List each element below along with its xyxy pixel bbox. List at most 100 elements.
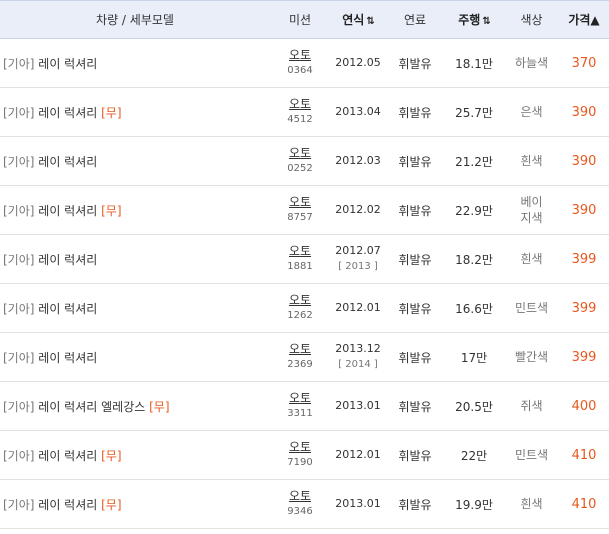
price-value: 390 <box>571 202 597 218</box>
fuel-value: 휘발유 <box>398 252 432 267</box>
price-value: 399 <box>571 300 597 316</box>
price-value: 390 <box>571 153 597 169</box>
table-row[interactable]: [기아] 레이 럭셔리 [무] 오토 7190 2012.01 휘발유 22만 … <box>0 431 609 480</box>
price-value: 390 <box>571 104 597 120</box>
year-cell: 2012.05 <box>330 55 386 71</box>
transmission-link[interactable]: 오토 <box>270 341 330 357</box>
brand-label: [기아] <box>3 252 35 267</box>
mission-cell: 오토 2369 <box>270 341 330 373</box>
table-row[interactable]: [기아] 레이 럭셔리 오토 0252 2012.03 휘발유 21.2만 흰색… <box>0 137 609 186</box>
year-value: 2012.02 <box>335 203 381 216</box>
model-cell[interactable]: [기아] 레이 럭셔리 [무] <box>0 447 270 464</box>
mileage-value: 22.9만 <box>455 203 493 218</box>
no-accident-badge: [무] <box>101 448 122 463</box>
sort-icon: ⇅ <box>482 16 490 27</box>
year-value: 2012.07 <box>335 244 381 257</box>
color-value: 민트색 <box>514 448 549 462</box>
model-cell[interactable]: [기아] 레이 럭셔리 [무] <box>0 496 270 513</box>
transmission-link[interactable]: 오토 <box>270 145 330 161</box>
model-cell[interactable]: [기아] 레이 럭셔리 <box>0 251 270 268</box>
transmission-link[interactable]: 오토 <box>270 96 330 112</box>
mileage-value: 17만 <box>460 350 488 365</box>
header-price-sort[interactable]: 가격▲ <box>559 11 609 28</box>
price-value: 399 <box>571 251 597 267</box>
mission-cell: 오토 1262 <box>270 292 330 324</box>
fuel-value: 휘발유 <box>398 105 432 120</box>
fuel-value: 휘발유 <box>398 56 432 71</box>
model-cell[interactable]: [기아] 레이 럭셔리 [무] <box>0 202 270 219</box>
table-row[interactable]: [기아] 레이 럭셔리 [무] 오토 4512 2013.04 휘발유 25.7… <box>0 88 609 137</box>
color-value: 빨간색 <box>514 350 549 364</box>
model-cell[interactable]: [기아] 레이 럭셔리 <box>0 300 270 317</box>
mission-code: 0252 <box>287 163 313 174</box>
mission-code: 3311 <box>287 408 313 419</box>
mission-cell: 오토 1881 <box>270 243 330 275</box>
fuel-value: 휘발유 <box>398 497 432 512</box>
year-value: 2013.01 <box>335 399 381 412</box>
mileage-value: 20.5만 <box>455 399 493 414</box>
year-value: 2013.01 <box>335 497 381 510</box>
transmission-link[interactable]: 오토 <box>270 390 330 406</box>
header-model: 차량 / 세부모델 <box>96 13 174 27</box>
brand-label: [기아] <box>3 399 35 414</box>
year-cell: 2012.07 [ 2013 ] <box>330 243 386 275</box>
header-mileage-label: 주행 <box>458 13 481 27</box>
year-cell: 2013.12 [ 2014 ] <box>330 341 386 373</box>
model-name: 레이 럭셔리 <box>38 105 98 120</box>
table-row[interactable]: [기아] 레이 럭셔리 [무] 오토 9346 2013.01 휘발유 19.9… <box>0 480 609 529</box>
year-sub: [ 2014 ] <box>338 359 378 370</box>
model-name: 레이 럭셔리 <box>38 497 98 512</box>
fuel-value: 휘발유 <box>398 301 432 316</box>
sort-icon: ⇅ <box>366 16 374 27</box>
model-cell[interactable]: [기아] 레이 럭셔리 엘레강스 [무] <box>0 398 270 415</box>
no-accident-badge: [무] <box>101 203 122 218</box>
table-row[interactable]: [기아] 레이 럭셔리 [무] 오토 8757 2012.02 휘발유 22.9… <box>0 186 609 235</box>
year-cell: 2013.01 <box>330 496 386 512</box>
header-color: 색상 <box>520 13 543 27</box>
color-value: 흰색 <box>520 497 543 511</box>
mission-code: 2369 <box>287 359 313 370</box>
table-row[interactable]: [기아] 레이 럭셔리 오토 0364 2012.05 휘발유 18.1만 하늘… <box>0 39 609 88</box>
model-cell[interactable]: [기아] 레이 럭셔리 <box>0 349 270 366</box>
year-value: 2012.01 <box>335 301 381 314</box>
model-name: 레이 럭셔리 <box>38 154 98 169</box>
mission-code: 9346 <box>287 506 313 517</box>
fuel-value: 휘발유 <box>398 154 432 169</box>
mission-code: 4512 <box>287 114 313 125</box>
fuel-value: 휘발유 <box>398 203 432 218</box>
brand-label: [기아] <box>3 301 35 316</box>
year-cell: 2012.03 <box>330 153 386 169</box>
year-cell: 2012.01 <box>330 300 386 316</box>
transmission-link[interactable]: 오토 <box>270 488 330 504</box>
transmission-link[interactable]: 오토 <box>270 47 330 63</box>
model-cell[interactable]: [기아] 레이 럭셔리 [무] <box>0 104 270 121</box>
color-value: 흰색 <box>520 154 543 168</box>
table-row[interactable]: [기아] 레이 럭셔리 오토 2369 2013.12 [ 2014 ] 휘발유… <box>0 333 609 382</box>
header-mileage-sort[interactable]: 주행 ⇅ <box>444 11 504 28</box>
color-value: 하늘색 <box>514 56 549 70</box>
no-accident-badge: [무] <box>149 399 170 414</box>
transmission-link[interactable]: 오토 <box>270 292 330 308</box>
mileage-value: 22만 <box>460 448 488 463</box>
car-listing-table: 차량 / 세부모델 미션 연식 ⇅ 연료 주행 ⇅ 색상 가격▲ [기아] 레이 럭… <box>0 0 609 529</box>
model-name: 레이 럭셔리 엘레강스 <box>38 399 146 414</box>
header-year-label: 연식 <box>342 13 365 27</box>
table-row[interactable]: [기아] 레이 럭셔리 오토 1881 2012.07 [ 2013 ] 휘발유… <box>0 235 609 284</box>
table-row[interactable]: [기아] 레이 럭셔리 오토 1262 2012.01 휘발유 16.6만 민트… <box>0 284 609 333</box>
transmission-link[interactable]: 오토 <box>270 194 330 210</box>
price-value: 410 <box>571 496 597 512</box>
year-value: 2012.03 <box>335 154 381 167</box>
brand-label: [기아] <box>3 350 35 365</box>
brand-label: [기아] <box>3 203 35 218</box>
transmission-link[interactable]: 오토 <box>270 439 330 455</box>
color-value: 쥐색 <box>520 399 543 413</box>
transmission-link[interactable]: 오토 <box>270 243 330 259</box>
model-cell[interactable]: [기아] 레이 럭셔리 <box>0 153 270 170</box>
mission-code: 0364 <box>287 65 313 76</box>
model-cell[interactable]: [기아] 레이 럭셔리 <box>0 55 270 72</box>
brand-label: [기아] <box>3 497 35 512</box>
model-name: 레이 럭셔리 <box>38 56 98 71</box>
table-row[interactable]: [기아] 레이 럭셔리 엘레강스 [무] 오토 3311 2013.01 휘발유… <box>0 382 609 431</box>
model-name: 레이 럭셔리 <box>38 301 98 316</box>
header-year-sort[interactable]: 연식 ⇅ <box>330 11 386 28</box>
